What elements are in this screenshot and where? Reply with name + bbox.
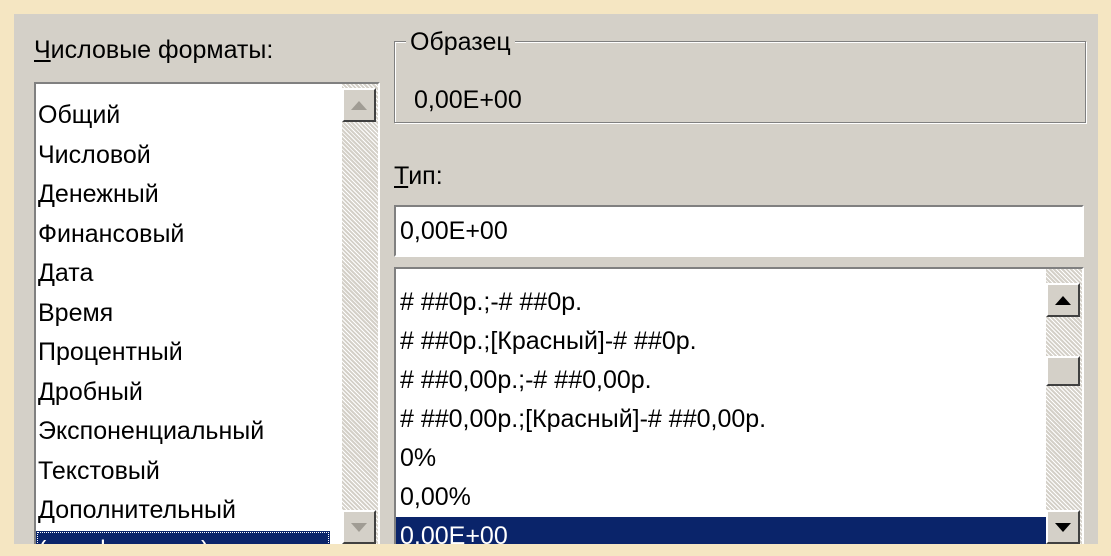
scroll-down-arrow-icon bbox=[351, 522, 367, 532]
category-item[interactable]: Время bbox=[36, 294, 336, 334]
categories-scroll-down-button[interactable] bbox=[342, 510, 376, 544]
categories-label: Числовые форматы: bbox=[34, 36, 273, 65]
type-label-mnemonic: Т bbox=[394, 162, 409, 190]
sample-value: 0,00E+00 bbox=[414, 86, 522, 114]
category-item[interactable]: (все форматы) bbox=[36, 530, 330, 544]
type-input[interactable]: 0,00E+00 bbox=[394, 205, 1084, 257]
category-item[interactable]: Экспоненциальный bbox=[36, 412, 336, 452]
type-label-rest: ип: bbox=[408, 162, 443, 190]
format-item[interactable]: # ##0,00р.;-# ##0,00р. bbox=[396, 361, 1048, 400]
format-item[interactable]: # ##0,00р.;[Красный]-# ##0,00р. bbox=[396, 400, 1048, 439]
type-label: Тип: bbox=[394, 162, 443, 191]
formats-list[interactable]: # ##0р.;-# ##0р. # ##0р.;[Красный]-# ##0р… bbox=[394, 267, 1084, 544]
categories-scroll-up-button[interactable] bbox=[342, 88, 376, 122]
category-item[interactable]: Процентный bbox=[36, 333, 336, 373]
categories-scrollbar[interactable] bbox=[342, 84, 378, 544]
categories-list[interactable]: Общий Числовой Денежный Финансовый Дата Время… bbox=[34, 82, 380, 544]
formats-scrollbar[interactable] bbox=[1046, 269, 1082, 544]
categories-items: Общий Числовой Денежный Финансовый Дата Время… bbox=[36, 96, 336, 544]
formats-scroll-thumb[interactable] bbox=[1046, 356, 1080, 386]
format-cells-panel: Числовые форматы: Общий Числовой Денежный Ф… bbox=[14, 14, 1098, 544]
format-item[interactable]: # ##0р.;[Красный]-# ##0р. bbox=[396, 322, 1048, 361]
formats-scroll-up-button[interactable] bbox=[1046, 283, 1080, 317]
categories-label-mnemonic: Ч bbox=[34, 36, 51, 64]
category-item[interactable]: Дробный bbox=[36, 373, 336, 413]
formats-items: # ##0р.;-# ##0р. # ##0р.;[Красный]-# ##0р… bbox=[396, 283, 1048, 544]
format-item[interactable]: 0,00% bbox=[396, 478, 1048, 517]
category-item[interactable]: Дополнительный bbox=[36, 491, 336, 531]
category-item[interactable]: Общий bbox=[36, 96, 336, 136]
category-item[interactable]: Финансовый bbox=[36, 215, 336, 255]
scroll-up-arrow-icon bbox=[351, 100, 367, 110]
category-item[interactable]: Дата bbox=[36, 254, 336, 294]
format-item[interactable]: 0% bbox=[396, 439, 1048, 478]
categories-label-rest: исловые форматы: bbox=[50, 36, 274, 64]
category-item[interactable]: Денежный bbox=[36, 175, 336, 215]
sample-label: Образец bbox=[406, 28, 515, 57]
formats-scroll-down-button[interactable] bbox=[1046, 510, 1080, 544]
scroll-up-arrow-icon bbox=[1055, 295, 1071, 305]
scroll-down-arrow-icon bbox=[1055, 522, 1071, 532]
category-item[interactable]: Текстовый bbox=[36, 452, 336, 492]
category-item[interactable]: Числовой bbox=[36, 136, 336, 176]
format-item[interactable]: 0,00E+00 bbox=[396, 517, 1048, 544]
format-item[interactable]: # ##0р.;-# ##0р. bbox=[396, 283, 1048, 322]
